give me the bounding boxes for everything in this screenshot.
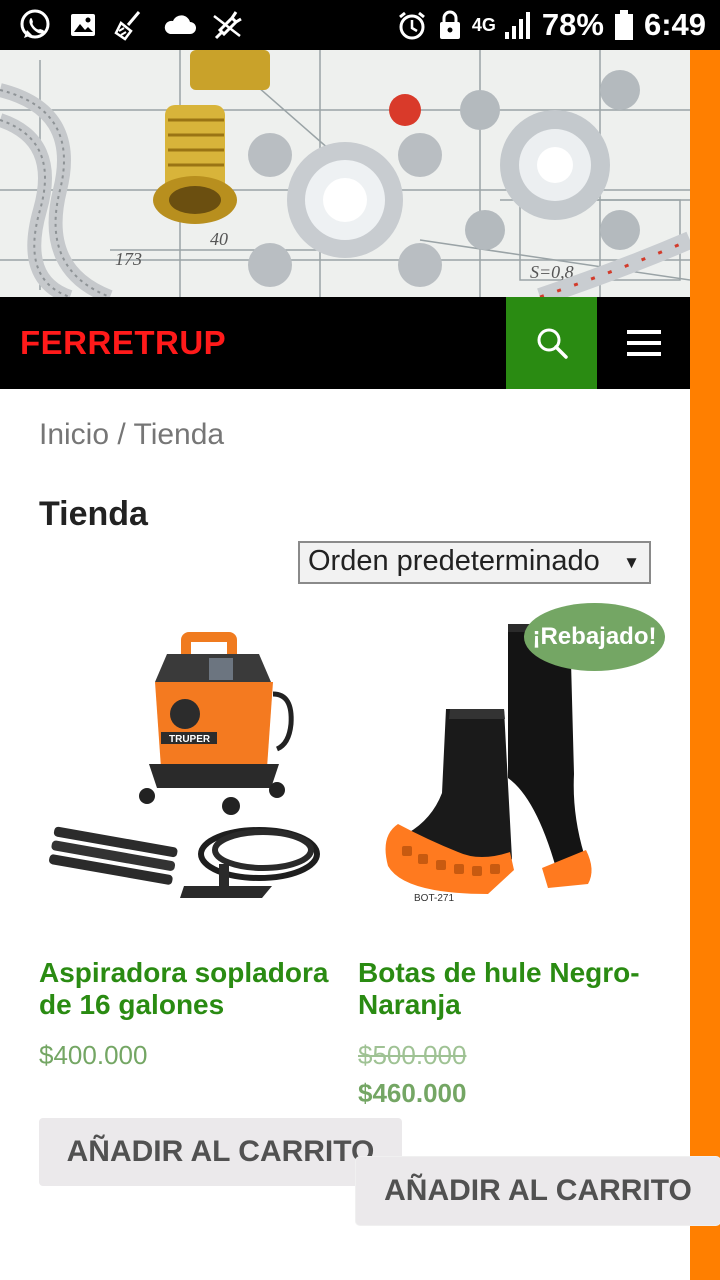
add-to-cart-button-vacuum[interactable]: AÑADIR AL CARRITO xyxy=(39,1118,402,1186)
breadcrumb[interactable]: Inicio / Tienda xyxy=(39,418,224,452)
status-bar: 4G 78% 6:49 xyxy=(0,0,720,50)
truper-logo-text: TRUPER xyxy=(169,734,211,745)
add-to-cart-button-boots[interactable]: AÑADIR AL CARRITO xyxy=(356,1157,720,1225)
product-image-vacuum[interactable]: TRUPER xyxy=(39,614,334,910)
whatsapp-icon xyxy=(18,8,52,42)
cloud-icon xyxy=(162,8,196,42)
product-title-vacuum[interactable]: Aspiradora sopladora de 16 galones xyxy=(39,957,344,1021)
product-title-boots[interactable]: Botas de hule Negro-Naranja xyxy=(358,957,663,1021)
battery-icon xyxy=(614,10,633,40)
site-header: FERRETRUP xyxy=(0,297,690,389)
menu-button[interactable] xyxy=(597,297,690,389)
product-price-vacuum: $400.000 xyxy=(39,1040,148,1070)
usb-off-icon xyxy=(210,8,244,42)
hamburger-icon xyxy=(626,330,661,356)
battery-percent: 78% xyxy=(541,7,604,42)
header-banner-image: 173 70 S=0,8 40 xyxy=(0,50,690,297)
sale-badge: ¡Rebajado! xyxy=(524,603,665,671)
site-logo[interactable]: FERRETRUP xyxy=(20,324,226,362)
svg-text:40: 40 xyxy=(210,229,228,249)
status-right: 4G 78% 6:49 xyxy=(396,0,706,50)
product-price-boots: $460.000 xyxy=(358,1078,467,1108)
page-title: Tienda xyxy=(39,495,148,533)
broom-icon xyxy=(112,8,146,42)
boot-model-caption: BOT-271 xyxy=(414,893,454,904)
alarm-icon xyxy=(398,11,425,40)
product-old-price-boots: $500.000 xyxy=(358,1040,467,1070)
signal-icon xyxy=(504,12,530,39)
sort-select[interactable]: Orden predeterminado ▼ xyxy=(298,541,651,584)
clock: 6:49 xyxy=(643,7,706,42)
lock-icon xyxy=(439,10,460,39)
sort-selected-label: Orden predeterminado xyxy=(308,545,600,577)
search-button[interactable] xyxy=(506,297,597,389)
search-icon xyxy=(537,328,568,359)
gallery-icon xyxy=(66,8,100,42)
scroll-stripe xyxy=(690,50,720,1280)
svg-text:173: 173 xyxy=(115,249,142,269)
caret-down-icon: ▼ xyxy=(623,553,640,572)
network-type: 4G xyxy=(471,15,496,35)
